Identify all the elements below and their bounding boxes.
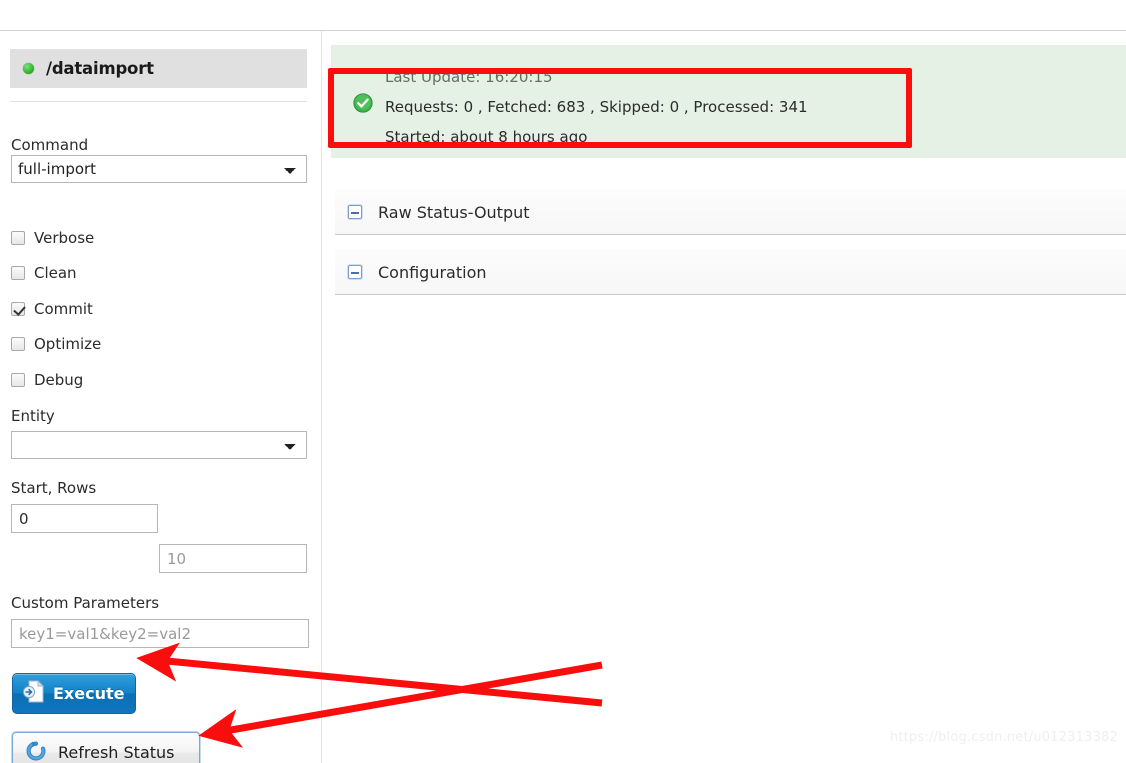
- import-status-text: Last Update: 16:20:15 Requests: 0 , Fetc…: [385, 62, 905, 152]
- execute-button-label: Execute: [53, 684, 125, 703]
- verbose-checkbox[interactable]: [11, 231, 25, 245]
- refresh-status-button-label: Refresh Status: [58, 743, 175, 762]
- last-update-line: Last Update: 16:20:15: [385, 68, 553, 86]
- started-line: Started: about 8 hours ago: [385, 128, 588, 146]
- accordion-raw-status-output[interactable]: Raw Status-Output: [335, 190, 1126, 235]
- refresh-status-button[interactable]: Refresh Status: [12, 732, 200, 763]
- debug-checkbox[interactable]: [11, 373, 25, 387]
- execute-button[interactable]: Execute: [12, 673, 136, 714]
- start-input[interactable]: [11, 504, 158, 533]
- minus-box-icon[interactable]: [348, 205, 362, 219]
- refresh-circular-arrow-icon: [25, 740, 47, 763]
- accordion-raw-status-output-label: Raw Status-Output: [378, 202, 530, 222]
- commit-label: Commit: [34, 300, 93, 318]
- handler-name: /dataimport: [46, 59, 154, 78]
- form-divider: [10, 101, 307, 102]
- debug-label: Debug: [34, 371, 84, 389]
- commit-checkbox[interactable]: [11, 302, 25, 316]
- command-select[interactable]: full-import: [11, 155, 307, 183]
- custom-parameters-input[interactable]: [11, 619, 309, 648]
- dataimport-page: /dataimport Command full-import Verbose …: [0, 0, 1126, 763]
- custom-parameters-label: Custom Parameters: [11, 594, 160, 612]
- clean-checkbox[interactable]: [11, 266, 25, 280]
- command-label: Command: [11, 136, 89, 154]
- handler-status-dot-icon: [23, 63, 34, 74]
- checkbox-row-verbose[interactable]: Verbose: [11, 228, 94, 248]
- handler-header: /dataimport: [10, 49, 307, 88]
- document-import-icon: [22, 679, 45, 707]
- watermark: https://blog.csdn.net/u012313382: [889, 730, 1118, 745]
- optimize-checkbox[interactable]: [11, 337, 25, 351]
- entity-select[interactable]: [11, 431, 307, 459]
- accordion-configuration-label: Configuration: [378, 262, 487, 282]
- checkbox-row-debug[interactable]: Debug: [11, 370, 83, 390]
- checkbox-row-optimize[interactable]: Optimize: [11, 334, 101, 354]
- checkbox-row-commit[interactable]: Commit: [11, 299, 93, 319]
- counters-line: Requests: 0 , Fetched: 683 , Skipped: 0 …: [385, 98, 808, 116]
- rows-input[interactable]: [159, 544, 307, 573]
- checkbox-row-clean[interactable]: Clean: [11, 263, 77, 283]
- clean-label: Clean: [34, 264, 77, 282]
- accordion-configuration[interactable]: Configuration: [335, 250, 1126, 295]
- minus-box-icon[interactable]: [348, 265, 362, 279]
- entity-label: Entity: [11, 407, 55, 425]
- optimize-label: Optimize: [34, 335, 102, 353]
- dataimport-form-panel: /dataimport Command full-import Verbose …: [0, 31, 322, 763]
- verbose-label: Verbose: [34, 229, 95, 247]
- start-rows-label: Start, Rows: [11, 479, 97, 497]
